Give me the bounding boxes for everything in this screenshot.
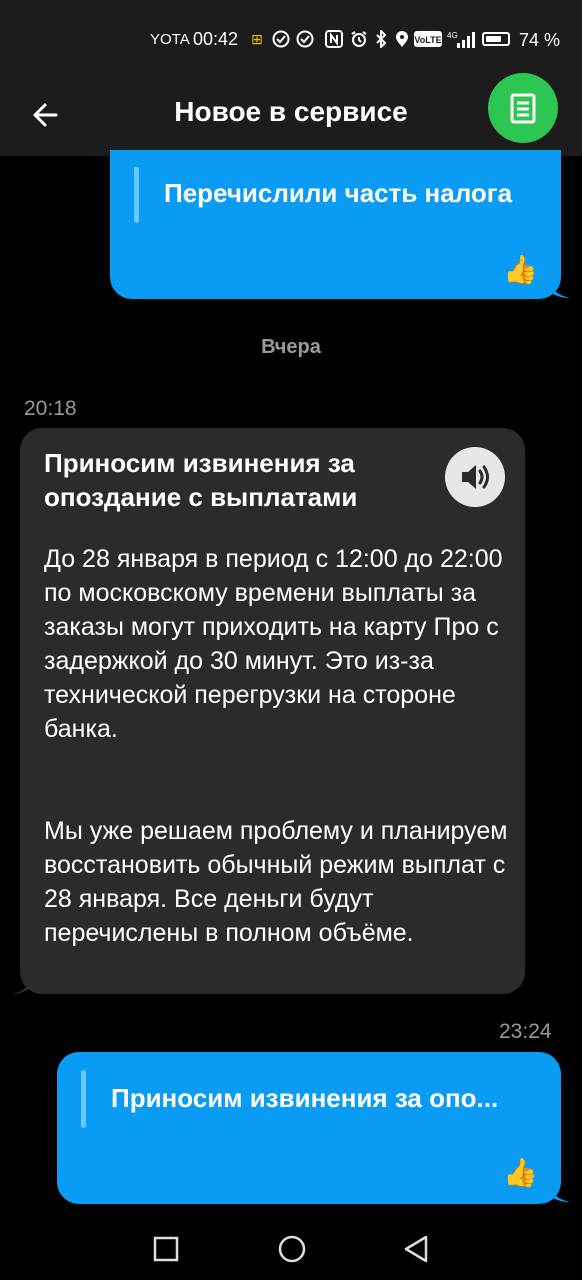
signal-icon: 4G <box>447 30 477 48</box>
location-icon <box>393 30 411 48</box>
listen-button[interactable] <box>445 447 505 507</box>
recent-apps-icon[interactable] <box>153 1236 179 1262</box>
quote-bar <box>134 167 139 223</box>
check-circle-icon <box>272 30 290 48</box>
bubble-tail <box>548 280 570 298</box>
status-bar <box>0 0 582 62</box>
speaker-icon <box>462 465 489 489</box>
home-icon[interactable] <box>277 1234 307 1264</box>
status-time: 00:42 <box>193 29 239 49</box>
bubble-tail <box>12 974 34 994</box>
quoted-message-text: Приносим извинения за опо... <box>111 1083 499 1113</box>
thumbs-up-reaction[interactable]: 👍 <box>503 1156 538 1189</box>
document-button[interactable] <box>488 73 558 143</box>
message-paragraph: До 28 января в период с 12:00 до 22:00 п… <box>44 545 503 743</box>
message-time: 20:18 <box>24 397 77 420</box>
svg-text:4G: 4G <box>447 31 458 40</box>
message-paragraph: Мы уже решаем проблему и планируем восст… <box>44 817 508 947</box>
outgoing-message-bubble[interactable] <box>110 150 561 299</box>
message-title: Приносим извинения за опоздание с выплат… <box>44 448 358 512</box>
bubble-tail <box>548 1184 570 1202</box>
battery-icon <box>482 32 510 46</box>
document-icon <box>510 93 536 124</box>
outgoing-message-bubble[interactable] <box>57 1052 561 1204</box>
alarm-icon <box>350 30 368 48</box>
notification-icon: ⊞ <box>251 31 263 47</box>
message-time: 23:24 <box>499 1020 552 1043</box>
nfc-icon <box>325 30 343 48</box>
quoted-message-text: Перечислили часть налога <box>164 178 513 208</box>
thumbs-up-reaction[interactable]: 👍 <box>503 253 538 286</box>
date-separator: Вчера <box>261 336 321 358</box>
check-circle-icon <box>296 30 314 48</box>
back-icon[interactable] <box>402 1234 430 1264</box>
battery-percent: 74 % <box>519 30 561 50</box>
carrier-label: YOTA <box>150 31 190 48</box>
volte-icon: VoLTE <box>414 30 442 48</box>
bluetooth-icon <box>372 28 390 50</box>
quote-bar <box>81 1070 86 1128</box>
svg-text:VoLTE: VoLTE <box>414 35 441 45</box>
